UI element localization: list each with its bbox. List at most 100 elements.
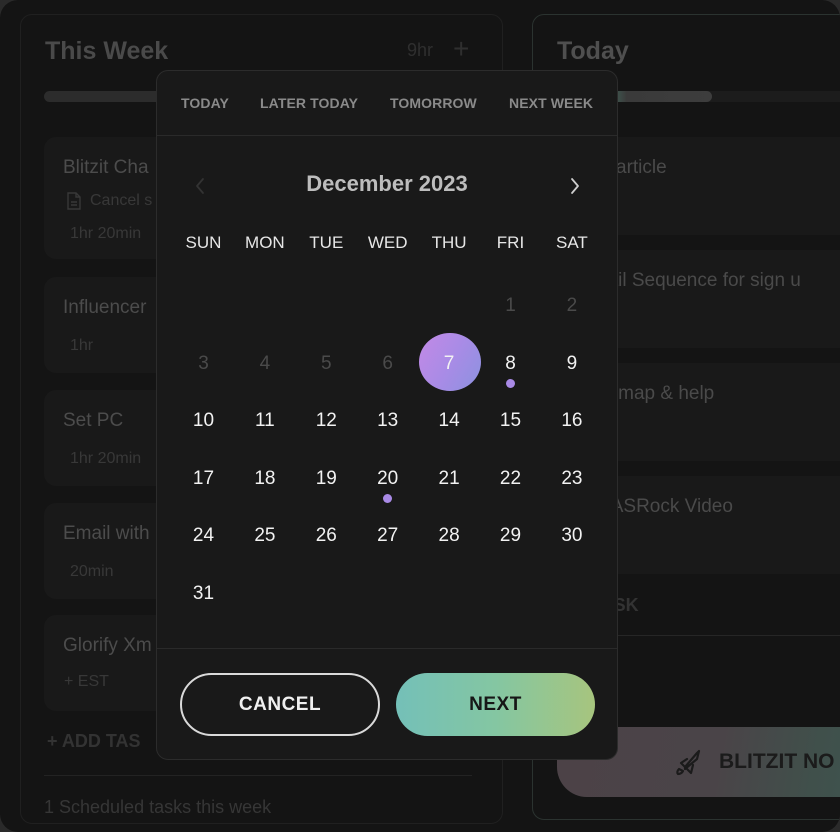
day-number: 6 bbox=[382, 352, 393, 374]
calendar-day[interactable]: 30 bbox=[541, 507, 602, 565]
calendar-day[interactable]: 22 bbox=[480, 450, 541, 508]
calendar-day[interactable]: 18 bbox=[234, 450, 295, 508]
quick-option-today[interactable]: TODAY bbox=[181, 95, 229, 111]
calendar-day[interactable]: 19 bbox=[296, 450, 357, 508]
calendar-day[interactable]: 31 bbox=[173, 565, 234, 623]
add-task-button[interactable]: + ADD TAS bbox=[47, 731, 141, 752]
task-estimate[interactable]: + EST bbox=[64, 673, 109, 691]
calendar-day[interactable]: 13 bbox=[357, 392, 418, 450]
calendar-day[interactable]: 17 bbox=[173, 450, 234, 508]
task-note-text: Cancel s bbox=[90, 192, 153, 209]
next-button[interactable]: NEXT bbox=[396, 673, 595, 736]
day-number: 27 bbox=[377, 525, 399, 547]
task-title: Blitzit Cha bbox=[63, 157, 149, 178]
quick-options-row: TODAY LATER TODAY TOMORROW NEXT WEEK bbox=[157, 71, 617, 136]
calendar-day: 1 bbox=[480, 277, 541, 335]
calendar-day[interactable]: 23 bbox=[541, 450, 602, 508]
calendar-day[interactable]: 9 bbox=[541, 335, 602, 393]
day-number: 18 bbox=[254, 467, 276, 489]
task-title: Influencer bbox=[63, 297, 147, 318]
day-number: 12 bbox=[315, 410, 337, 432]
task-title: nail Sequence for sign u bbox=[597, 270, 801, 291]
event-indicator-dot bbox=[383, 493, 393, 503]
calendar-day[interactable]: 27 bbox=[357, 507, 418, 565]
weekday-label: MON bbox=[245, 233, 285, 252]
task-note: Cancel s bbox=[66, 192, 152, 210]
calendar-day[interactable]: 28 bbox=[419, 507, 480, 565]
calendar-day: 4 bbox=[234, 335, 295, 393]
calendar-day[interactable]: 25 bbox=[234, 507, 295, 565]
calendar-day[interactable]: 10 bbox=[173, 392, 234, 450]
calendar-day: 6 bbox=[357, 335, 418, 393]
calendar-day[interactable]: 15 bbox=[480, 392, 541, 450]
calendar-day[interactable]: 11 bbox=[234, 392, 295, 450]
calendar-day-selected[interactable]: 7 bbox=[418, 332, 481, 393]
plus-icon[interactable]: + bbox=[453, 33, 469, 65]
day-number: 22 bbox=[499, 467, 522, 489]
calendar-day[interactable]: 26 bbox=[296, 507, 357, 565]
calendar-day[interactable]: 29 bbox=[480, 507, 541, 565]
task-duration: 20min bbox=[70, 563, 114, 580]
day-number: 4 bbox=[259, 352, 271, 374]
task-title: Set PC bbox=[63, 410, 124, 431]
calendar-day[interactable]: 16 bbox=[541, 392, 602, 450]
weekday-label: SAT bbox=[555, 233, 588, 252]
divider bbox=[44, 775, 472, 776]
quick-option-later-today[interactable]: LATER TODAY bbox=[260, 95, 358, 111]
day-number: 10 bbox=[192, 410, 215, 432]
month-year-label: December 2023 bbox=[306, 171, 468, 196]
weekday-label: SUN bbox=[185, 233, 222, 252]
chevron-right-icon[interactable] bbox=[565, 175, 585, 197]
scheduled-tasks-summary: 1 Scheduled tasks this week bbox=[44, 797, 272, 817]
calendar-day[interactable]: 21 bbox=[419, 450, 480, 508]
quick-option-next-week[interactable]: NEXT WEEK bbox=[509, 95, 593, 111]
day-number: 14 bbox=[438, 410, 460, 432]
divider bbox=[157, 648, 617, 649]
task-title: Glorify Xm bbox=[63, 635, 152, 656]
day-number: 13 bbox=[377, 410, 399, 432]
day-number: 23 bbox=[561, 467, 583, 489]
day-number: 25 bbox=[254, 525, 276, 547]
weekday-label: THU bbox=[431, 233, 467, 252]
rocket-icon bbox=[676, 749, 701, 776]
document-icon bbox=[67, 192, 81, 210]
task-duration: 1hr bbox=[70, 337, 94, 354]
day-number: 31 bbox=[192, 583, 215, 604]
quick-option-tomorrow[interactable]: TOMORROW bbox=[390, 95, 477, 111]
event-indicator-dot bbox=[506, 378, 515, 388]
today-title: Today bbox=[557, 37, 629, 65]
task-duration: 1hr 20min bbox=[70, 450, 142, 467]
calendar-day[interactable]: 24 bbox=[173, 507, 234, 565]
day-number: 15 bbox=[499, 410, 522, 432]
day-number: 30 bbox=[561, 525, 583, 547]
calendar-day: 2 bbox=[541, 277, 602, 335]
weekday-header-row: SUN MON TUE WED THU FRI SAT bbox=[173, 233, 603, 257]
day-number: 11 bbox=[255, 410, 275, 432]
week-hours-total: 9hr bbox=[407, 40, 434, 60]
day-number: 26 bbox=[315, 525, 337, 547]
calendar-day-grid: 1 2 3 4 5 6 7 8 9 10 11 12 13 14 15 16 17 18 19 20 21 22 23 24 2… bbox=[173, 277, 603, 627]
day-number: 20 bbox=[377, 467, 399, 489]
day-number: 9 bbox=[566, 352, 578, 374]
calendar-day[interactable]: 8 bbox=[480, 335, 541, 393]
day-number: 5 bbox=[321, 352, 332, 374]
weekday-label: WED bbox=[367, 233, 408, 252]
day-number: 29 bbox=[499, 525, 522, 547]
day-number: 17 bbox=[192, 467, 215, 489]
calendar-day[interactable]: 14 bbox=[419, 392, 480, 450]
calendar-day: 3 bbox=[173, 335, 234, 393]
day-number: 7 bbox=[443, 352, 455, 374]
week-title: This Week bbox=[45, 37, 169, 65]
day-number: 24 bbox=[192, 525, 215, 547]
day-number: 16 bbox=[561, 410, 583, 432]
day-number: 28 bbox=[438, 525, 460, 547]
calendar-day[interactable]: 20 bbox=[357, 450, 418, 508]
day-number: 8 bbox=[505, 352, 516, 374]
calendar-day[interactable]: 12 bbox=[296, 392, 357, 450]
day-number: 19 bbox=[315, 467, 337, 489]
weekday-label: TUE bbox=[309, 233, 344, 252]
cancel-button[interactable]: CANCEL bbox=[180, 673, 380, 736]
blitzit-now-label: BLITZIT NO bbox=[719, 750, 835, 773]
date-picker-modal: TODAY LATER TODAY TOMORROW NEXT WEEK Dec… bbox=[156, 70, 618, 760]
app-frame: This Week 9hr + Blitzit Cha Cancel s 1hr… bbox=[0, 0, 840, 832]
